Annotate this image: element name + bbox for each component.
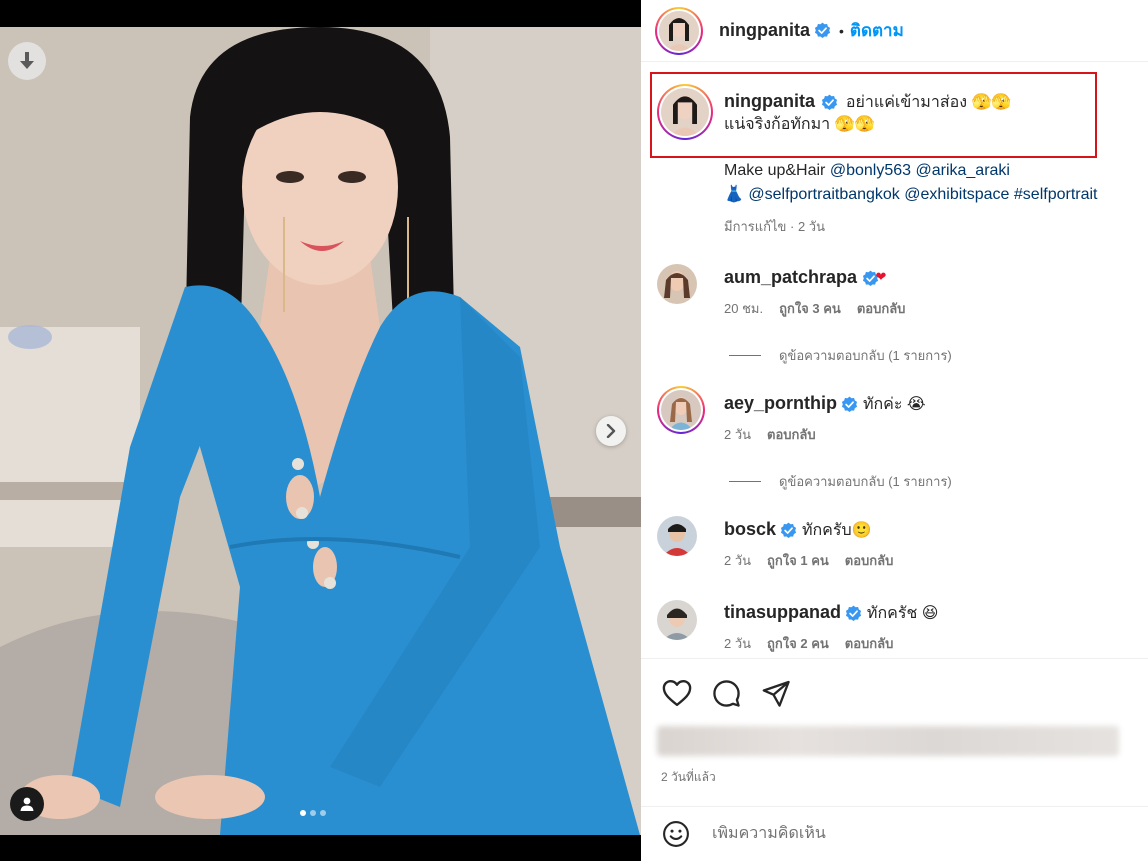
avatar-photo <box>657 516 697 556</box>
comment-body: aey_pornthip ทักค่ะ 😭 2 วัน ตอบกลับ <box>724 392 926 445</box>
comment-body: bosck ทักครับ🙂 2 วัน ถูกใจ 1 คน ตอบกลับ <box>724 518 893 571</box>
comment-likes[interactable]: ถูกใจ 1 คน <box>767 550 829 571</box>
comment-item <box>657 516 697 556</box>
commenter-avatar[interactable] <box>657 264 697 304</box>
heart-badge: ❤ <box>875 269 887 284</box>
caption-username[interactable]: ningpanita <box>724 91 815 111</box>
photo-illustration <box>0 27 641 835</box>
comment-body: aum_patchrapa ❤ 20 ชม. ถูกใจ 3 คน ตอบกลั… <box>724 266 905 319</box>
follow-button[interactable]: ติดตาม <box>850 17 904 44</box>
mention-link[interactable]: @exhibitspace <box>904 186 1009 203</box>
comment-item <box>657 264 697 304</box>
commenter-username[interactable]: aey_pornthip <box>724 393 837 413</box>
commenter-username[interactable]: bosck <box>724 519 776 539</box>
post-media <box>0 0 641 861</box>
commenter-avatar[interactable] <box>657 600 697 640</box>
replies-divider <box>729 355 761 356</box>
avatar-photo <box>657 264 697 304</box>
caption-author-avatar[interactable] <box>657 84 713 140</box>
smiley-icon[interactable] <box>662 820 690 848</box>
author-username[interactable]: ningpanita <box>719 20 810 41</box>
avatar-photo <box>661 88 709 136</box>
comment-likes[interactable]: ถูกใจ 3 คน <box>779 298 841 319</box>
send-icon[interactable] <box>762 680 791 707</box>
reply-button[interactable]: ตอบกลับ <box>767 424 816 445</box>
comment-time: 2 วัน <box>724 636 752 651</box>
header-separator: • <box>839 22 844 39</box>
post-side-panel: ningpanita • ติดตาม ningpanita อย่าแค่เข… <box>641 0 1148 861</box>
comment-text: ทักครัช 😆 <box>866 605 939 622</box>
avatar-photo <box>659 10 699 51</box>
download-button[interactable] <box>8 42 46 80</box>
credits-prefix: Make up&Hair <box>724 162 830 179</box>
comment-icon[interactable] <box>712 679 741 708</box>
carousel-dot <box>320 810 326 816</box>
comment-text: ทักค่ะ 😭 <box>862 396 926 413</box>
commenter-avatar[interactable] <box>657 386 705 434</box>
reply-button[interactable]: ตอบกลับ <box>857 298 906 319</box>
caption-line-2: แน่จริงก้อทักมา 🫣🫣 <box>724 116 875 133</box>
carousel-dot <box>300 810 306 816</box>
caption-line-1: อย่าแค่เข้ามาส่อง 🫣🫣 <box>845 94 1012 111</box>
replies-divider <box>729 481 761 482</box>
comment-time: 2 วัน <box>724 553 752 568</box>
carousel-indicator <box>300 810 326 816</box>
heart-icon[interactable] <box>662 679 692 707</box>
comment-composer <box>641 806 1148 861</box>
mention-link[interactable]: @selfportraitbangkok <box>748 186 899 203</box>
user-tags-button[interactable] <box>10 787 44 821</box>
mention-link[interactable]: @bonly563 <box>830 162 911 179</box>
comment-likes[interactable]: ถูกใจ 2 คน <box>767 633 829 654</box>
verified-badge-icon <box>822 94 838 111</box>
view-replies-button[interactable]: ดูข้อความตอบกลับ (1 รายการ) <box>729 471 952 492</box>
verified-badge-icon <box>846 605 862 622</box>
comment-input[interactable] <box>712 825 1092 843</box>
comment-time: 2 วัน <box>724 427 752 442</box>
caption-body: ningpanita อย่าแค่เข้ามาส่อง 🫣🫣 แน่จริงก… <box>724 90 1104 136</box>
comment-text: ทักครับ🙂 <box>801 522 872 539</box>
comment-item <box>657 386 705 434</box>
commenter-username[interactable]: aum_patchrapa <box>724 267 857 287</box>
avatar-photo <box>657 600 697 640</box>
commenter-username[interactable]: tinasuppanad <box>724 602 841 622</box>
commenter-avatar[interactable] <box>657 516 697 556</box>
verified-badge-icon <box>781 522 797 539</box>
comment-item <box>657 600 697 640</box>
view-replies-label: ดูข้อความตอบกลับ (1 รายการ) <box>779 474 952 489</box>
download-icon <box>20 52 34 69</box>
verified-badge-icon <box>814 22 831 38</box>
reply-button[interactable]: ตอบกลับ <box>845 633 894 654</box>
comment-time: 20 ชม. <box>724 301 764 316</box>
caption-credits: Make up&Hair @bonly563 @arika_araki 👗 @s… <box>724 160 1144 237</box>
dress-emoji: 👗 <box>724 186 744 203</box>
hashtag-link[interactable]: #selfportrait <box>1014 186 1098 203</box>
mention-link[interactable]: @arika_araki <box>915 162 1010 179</box>
edited-meta: มีการแก้ไข · 2 วัน <box>724 219 825 234</box>
caption <box>657 84 713 140</box>
post-photo[interactable] <box>0 27 641 835</box>
likes-summary-blurred <box>657 726 1119 756</box>
chevron-right-icon <box>606 424 616 438</box>
avatar-photo <box>661 390 701 430</box>
post-header: ningpanita • ติดตาม <box>641 0 1148 62</box>
author-avatar[interactable] <box>655 6 703 55</box>
next-slide-button[interactable] <box>596 416 626 446</box>
reply-button[interactable]: ตอบกลับ <box>845 550 894 571</box>
view-replies-button[interactable]: ดูข้อความตอบกลับ (1 รายการ) <box>729 345 952 366</box>
verified-badge-icon <box>842 396 858 413</box>
post-timestamp: 2 วันที่แล้ว <box>661 770 716 784</box>
comment-body: tinasuppanad ทักครัช 😆 2 วัน ถูกใจ 2 คน … <box>724 601 938 654</box>
view-replies-label: ดูข้อความตอบกลับ (1 รายการ) <box>779 348 952 363</box>
person-icon <box>20 797 34 811</box>
carousel-dot <box>310 810 316 816</box>
